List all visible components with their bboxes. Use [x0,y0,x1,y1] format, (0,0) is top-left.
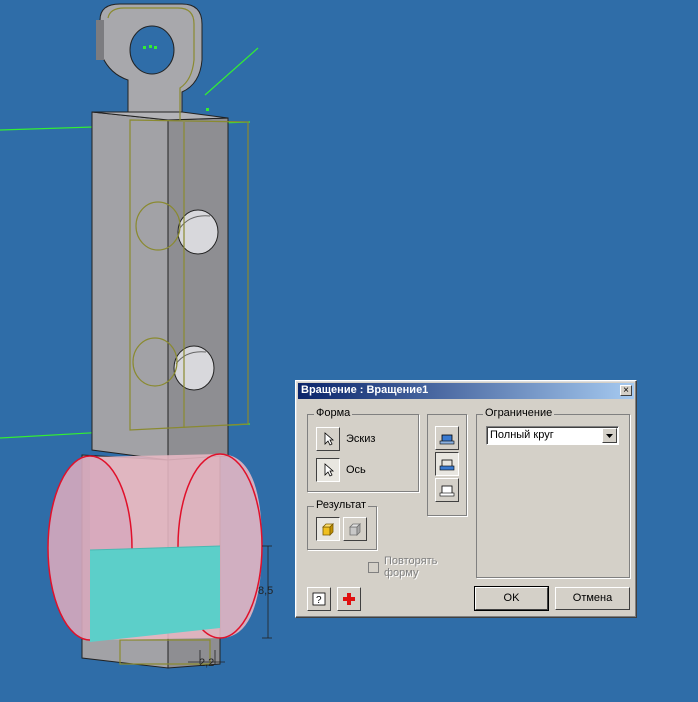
extents-icon [439,485,455,497]
dimension-8-5: 8,5 [258,585,273,597]
limit-group-label: Ограничение [483,407,555,419]
add-button[interactable] [337,587,361,611]
extents-dropdown[interactable]: Полный круг [486,426,619,445]
axis-label: Ось [346,464,366,476]
repeat-shape-label-line2: форму [384,567,419,579]
join-button[interactable] [435,426,459,450]
shape-group-label: Форма [314,407,353,419]
cancel-button[interactable]: Отмена [555,587,630,610]
part-hook [96,3,203,121]
axis-select-button[interactable] [316,458,340,482]
extents-selected-value: Полный круг [490,429,554,441]
dropdown-arrow-icon[interactable] [602,428,617,443]
help-icon: ? [312,592,326,606]
surface-cube-icon [349,523,361,536]
intersect-button[interactable] [435,478,459,502]
surface-output-button[interactable] [343,517,367,541]
profile-select-button[interactable] [316,427,340,451]
extents-icon [439,459,455,471]
result-group-label: Результат [314,499,369,511]
dimension-2-2: 2,2 [199,657,214,669]
cut-button[interactable] [435,452,459,476]
close-icon: × [623,385,629,396]
sketch-label: Эскиз [346,433,376,445]
cursor-arrow-icon [324,463,335,477]
cursor-arrow-icon [324,432,335,446]
solid-output-button[interactable] [316,517,340,541]
ok-button[interactable]: OK [474,586,549,611]
revolve-preview [47,453,263,642]
repeat-shape-label-line1: Повторять [384,555,438,567]
solid-cube-icon [322,523,334,536]
extents-icon [439,434,455,445]
add-plus-icon [343,593,355,605]
close-button[interactable]: × [620,385,632,396]
revolve-dialog: Вращение : Вращение1 × Форма Эскиз Ось Р… [295,380,637,618]
dialog-titlebar[interactable]: Вращение : Вращение1 × [298,383,634,399]
profile-region [90,546,220,642]
svg-text:?: ? [316,595,322,606]
repeat-shape-checkbox[interactable] [368,562,379,573]
dialog-title: Вращение : Вращение1 [301,384,429,396]
help-button[interactable]: ? [307,587,331,611]
